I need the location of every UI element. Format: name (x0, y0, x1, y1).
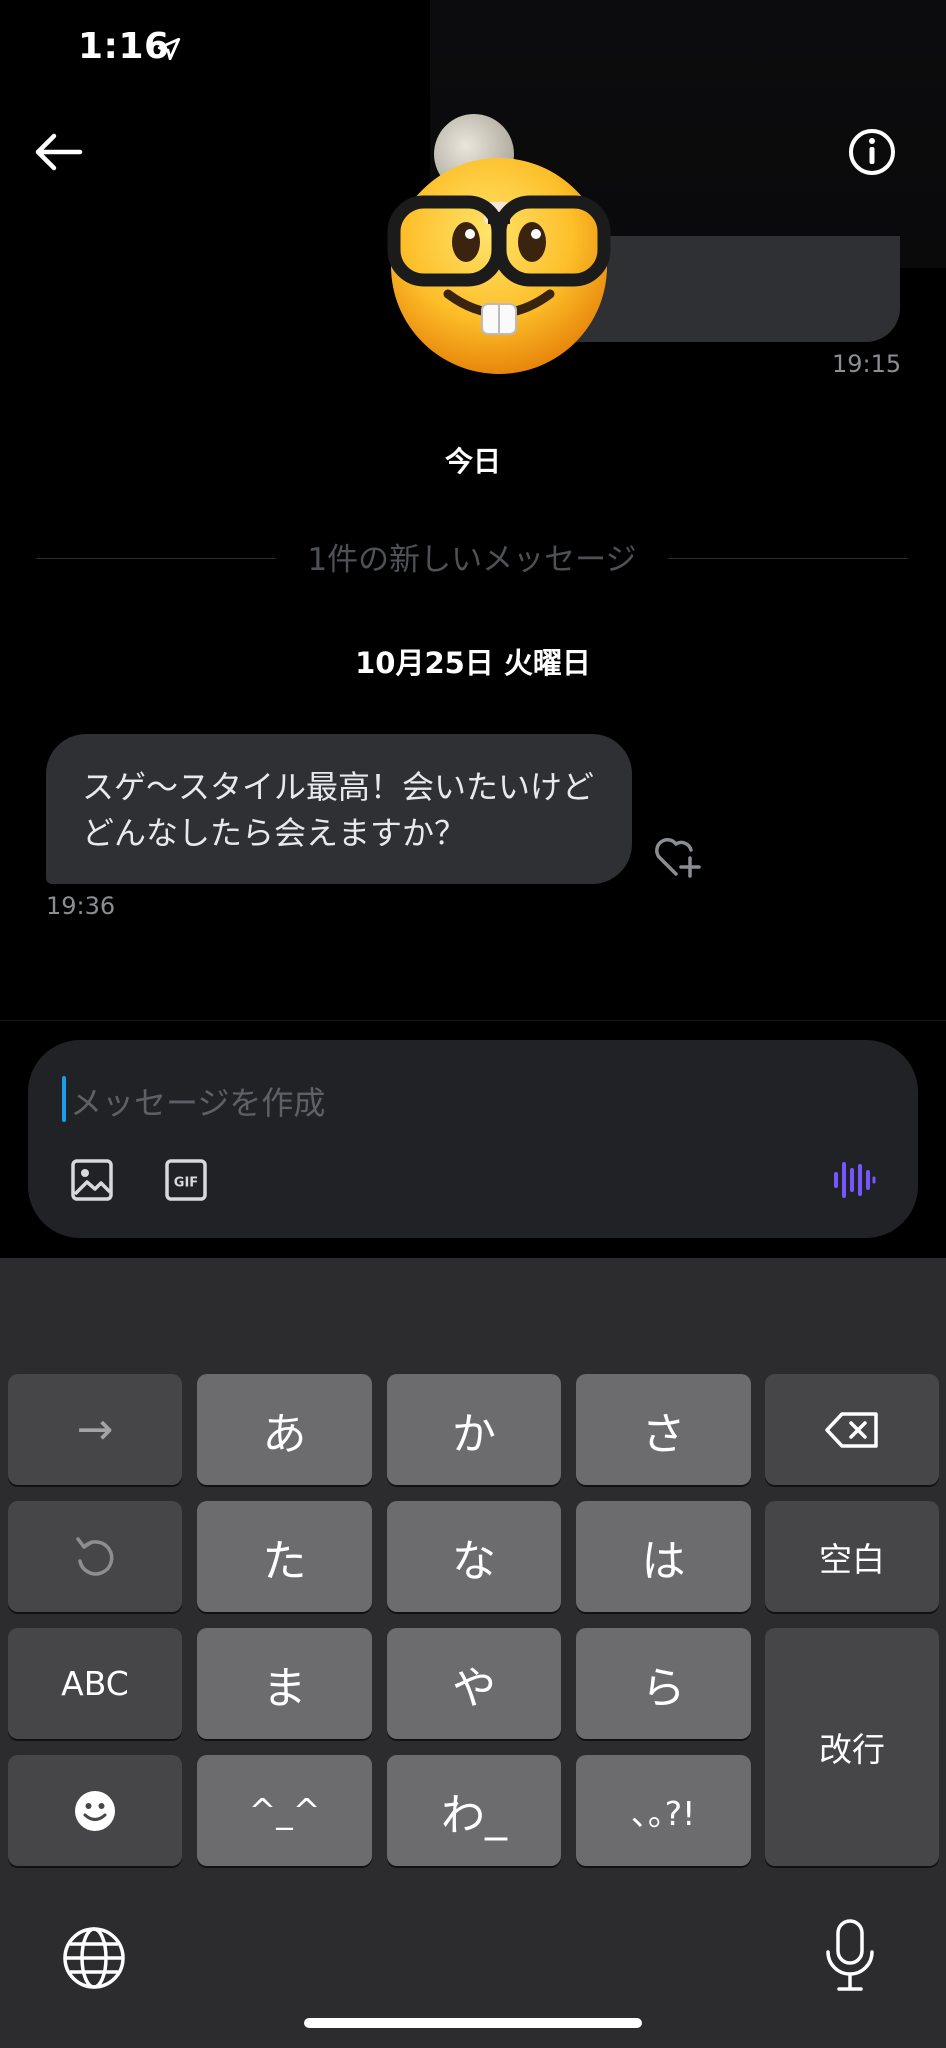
key-ta[interactable]: た (197, 1501, 372, 1612)
key-backspace[interactable] (765, 1374, 939, 1485)
new-messages-divider: 1件の新しいメッセージ (36, 534, 908, 578)
key-space[interactable]: 空白 (765, 1501, 939, 1612)
backspace-icon (825, 1411, 878, 1448)
nerd-face-emoji-icon (387, 158, 611, 374)
globe-icon[interactable] (62, 1926, 126, 1990)
message-composer[interactable] (28, 1040, 918, 1238)
day-separator: 今日 (444, 445, 501, 478)
key-punctuation[interactable]: ､｡?! (576, 1755, 751, 1866)
key-undo[interactable] (8, 1501, 182, 1612)
key-arrow-right[interactable]: → (8, 1374, 182, 1485)
previous-message-timestamp: 19:15 (832, 350, 902, 378)
message-input[interactable]: メッセージを作成 (70, 1078, 325, 1124)
divider-line-right (668, 558, 908, 559)
key-return[interactable]: 改行 (765, 1628, 939, 1866)
gif-icon[interactable]: GIF (164, 1158, 208, 1202)
composer-divider (0, 1020, 946, 1021)
key-ha[interactable]: は (576, 1501, 751, 1612)
key-abc[interactable]: ABC (8, 1628, 182, 1739)
undo-icon (76, 1536, 114, 1576)
voice-message-icon[interactable] (832, 1158, 876, 1202)
image-icon[interactable] (70, 1158, 114, 1202)
date-separator: 10月25日 火曜日 (355, 646, 591, 680)
message-timestamp: 19:36 (46, 892, 116, 920)
message-bubble[interactable]: スゲ〜スタイル最高！会いたいけどどんなしたら会えますか？ (46, 734, 632, 884)
microphone-icon[interactable] (822, 1918, 878, 1994)
key-a[interactable]: あ (197, 1374, 372, 1485)
new-messages-label: 1件の新しいメッセージ (307, 542, 637, 578)
key-sa[interactable]: さ (576, 1374, 751, 1485)
key-ya[interactable]: や (387, 1628, 561, 1739)
heart-plus-icon[interactable] (652, 834, 702, 880)
info-icon[interactable] (846, 126, 898, 178)
key-emoji[interactable] (8, 1755, 182, 1866)
svg-text:GIF: GIF (174, 1176, 198, 1191)
text-caret (62, 1076, 66, 1122)
key-ka[interactable]: か (387, 1374, 561, 1485)
key-ra[interactable]: ら (576, 1628, 751, 1739)
key-kaomoji[interactable]: ^_^ (197, 1755, 372, 1866)
key-na[interactable]: な (387, 1501, 561, 1612)
key-ma[interactable]: ま (197, 1628, 372, 1739)
emoji-icon (75, 1790, 115, 1831)
location-arrow-icon (157, 37, 181, 61)
key-wa[interactable]: わ_ (387, 1755, 561, 1866)
home-indicator[interactable] (304, 2018, 642, 2028)
back-arrow-icon[interactable] (30, 128, 86, 176)
